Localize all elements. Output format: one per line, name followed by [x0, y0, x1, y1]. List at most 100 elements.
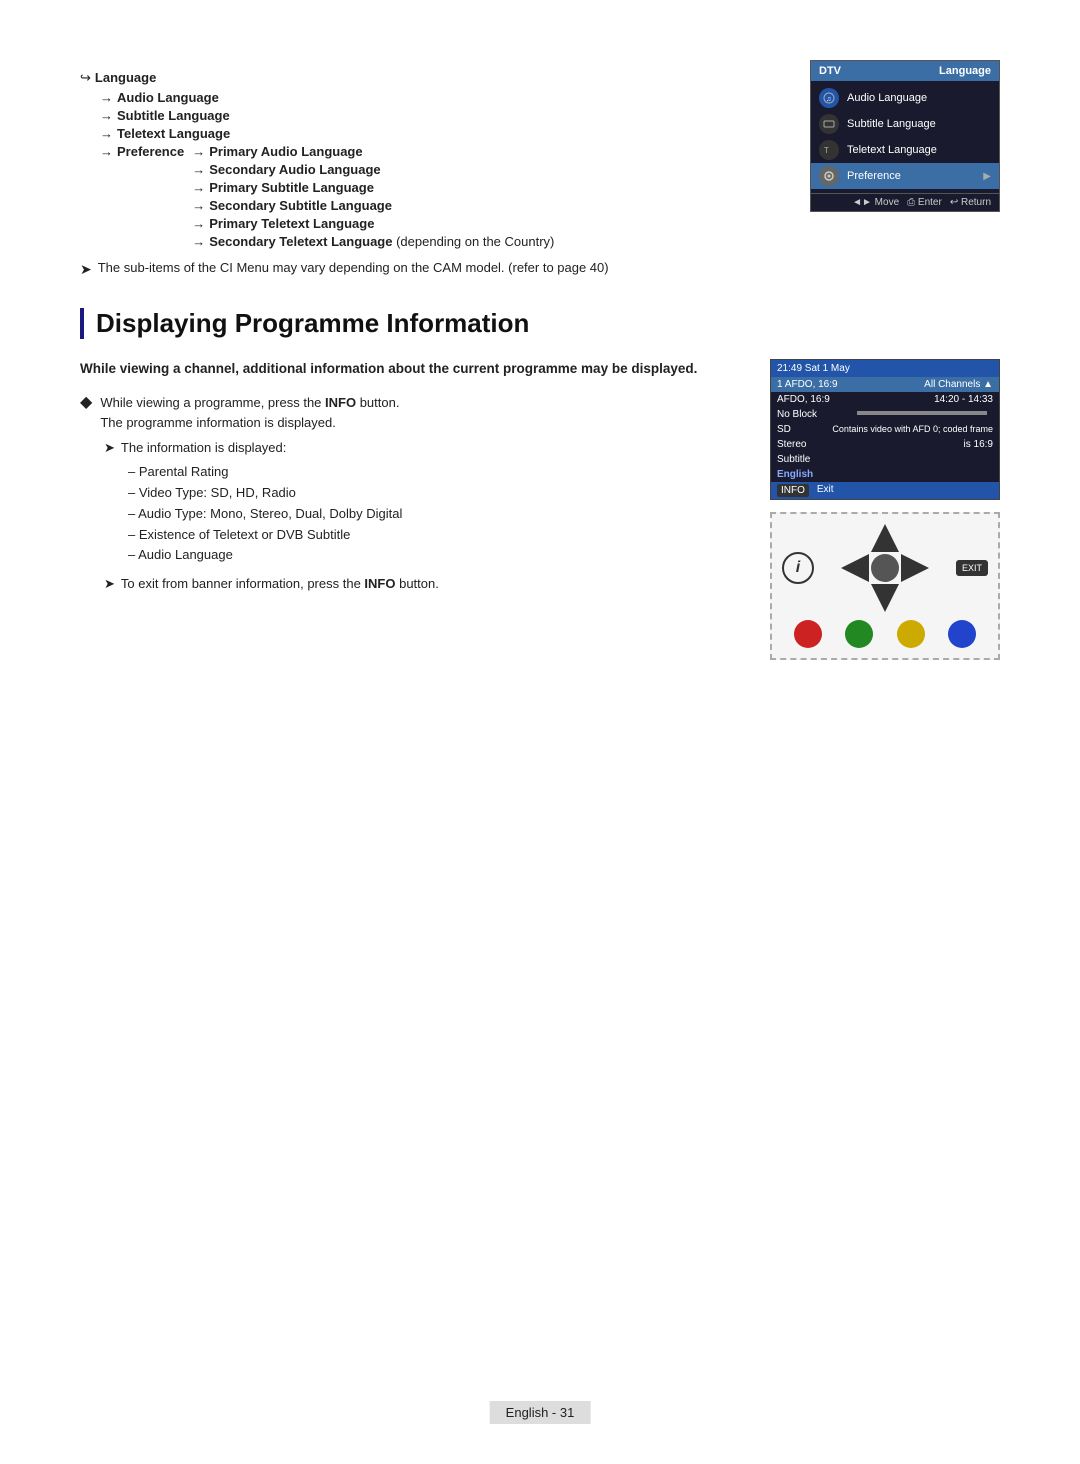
remote-circles — [782, 620, 988, 648]
dtv-footer-return: ↩ Return — [950, 197, 991, 208]
bullet-bold: INFO — [325, 395, 356, 410]
section-title: Displaying Programme Information — [96, 308, 1000, 339]
nav-center-btn[interactable] — [871, 554, 899, 582]
dtv-text-teletext: Teletext Language — [847, 144, 991, 156]
dtv-menu-row-audio: ♫ Audio Language — [811, 85, 999, 111]
remote-control-box: i — [770, 512, 1000, 660]
language-tree: ↪ Language → Audio Language → Subtitle L… — [80, 60, 770, 278]
dtv-icon-preference — [819, 166, 839, 186]
tv-row4-left: SD — [777, 424, 791, 435]
remote-btn-green[interactable] — [845, 620, 873, 648]
dtv-menu-footer: ◄► Move ⎙ Enter ↩ Return — [811, 193, 999, 211]
pref-item-primary-audio: → Primary Audio Language — [192, 144, 554, 159]
svg-text:♫: ♫ — [826, 96, 831, 103]
nav-right-arrow[interactable] — [901, 554, 929, 582]
tree-item-audio: → Audio Language — [100, 90, 770, 105]
dtv-footer-enter: ⎙ Enter — [907, 197, 942, 208]
dtv-text-preference: Preference — [847, 170, 975, 182]
dtv-header-left: DTV — [819, 65, 841, 77]
label-subtitle: Subtitle Language — [117, 108, 230, 123]
right-panel: 21:49 Sat 1 May 1 AFDO, 16:9 All Channel… — [770, 359, 1000, 660]
bullet-diamond-icon: ◆ — [80, 393, 92, 412]
label-s-audio: Secondary Audio Language — [209, 162, 380, 177]
label-p-teletext: Primary Teletext Language — [209, 216, 374, 231]
arrow-subtitle: → — [100, 108, 113, 123]
tv-row3: No Block — [777, 409, 817, 420]
dtv-footer-move: ◄► Move — [852, 197, 899, 208]
dtv-arrow-preference: ▶ — [983, 171, 991, 182]
svg-text:T: T — [824, 146, 829, 155]
tv-info-row4: SD Contains video with AFD 0; coded fram… — [771, 422, 999, 437]
dtv-menu-row-teletext: T Teletext Language — [811, 137, 999, 163]
intro-bold: While viewing a channel, additional info… — [80, 359, 740, 379]
nav-row-top — [871, 524, 899, 552]
remote-btn-red[interactable] — [794, 620, 822, 648]
root-label: Language — [95, 70, 156, 85]
note-line: ➤ The sub-items of the CI Menu may vary … — [80, 260, 770, 278]
tv-row2-right: 14:20 - 14:33 — [934, 394, 993, 405]
page-footer: English - 31 — [490, 1401, 591, 1424]
root-arrow: ↪ — [80, 70, 91, 86]
tv-row6: Subtitle — [777, 454, 810, 465]
dtv-menu-row-subtitle: Subtitle Language — [811, 111, 999, 137]
arrow-p-subtitle: → — [192, 180, 205, 195]
tv-info-row3: No Block — [771, 407, 999, 422]
arrow-p-teletext: → — [192, 216, 205, 231]
tv-row4-right: Contains video with AFD 0; coded frame — [832, 424, 993, 435]
pref-item-secondary-audio: → Secondary Audio Language — [192, 162, 554, 177]
tv-row1-right: All Channels ▲ — [924, 379, 993, 390]
label-preference: Preference — [117, 144, 184, 159]
tree-children: → Audio Language → Subtitle Language → T… — [100, 90, 770, 252]
tv-info-header: 21:49 Sat 1 May — [771, 360, 999, 377]
tv-info-bar — [857, 411, 987, 415]
dtv-text-audio: Audio Language — [847, 92, 991, 104]
bullet-text2: button. — [356, 395, 399, 410]
preference-row: → Preference → Primary Audio Language → … — [100, 144, 770, 252]
list-items: Parental Rating Video Type: SD, HD, Radi… — [128, 462, 740, 566]
remote-btn-yellow[interactable] — [897, 620, 925, 648]
dtv-header-right: Language — [939, 65, 991, 77]
pref-item-primary-subtitle: → Primary Subtitle Language — [192, 180, 554, 195]
info-icon-text: i — [796, 559, 800, 577]
label-teletext: Teletext Language — [117, 126, 230, 141]
label-s-teletext: Secondary Teletext Language (depending o… — [209, 234, 554, 249]
dtv-menu-header: DTV Language — [811, 61, 999, 81]
tv-row1-left: 1 AFDO, 16:9 — [777, 379, 838, 390]
nav-row-bot — [871, 584, 899, 612]
label-s-subtitle: Secondary Subtitle Language — [209, 198, 392, 213]
remote-btn-blue[interactable] — [948, 620, 976, 648]
tv-row5-right: is 16:9 — [964, 439, 993, 450]
preference-children: → Primary Audio Language → Secondary Aud… — [192, 144, 554, 252]
dtv-menu-body: ♫ Audio Language Subtitle Language T Tel… — [811, 81, 999, 193]
arrow-teletext: → — [100, 126, 113, 141]
list-item-4: Audio Language — [128, 545, 740, 566]
note3-arrow-icon: ➤ — [104, 576, 115, 592]
tv-info-box: 21:49 Sat 1 May 1 AFDO, 16:9 All Channel… — [770, 359, 1000, 500]
tv-row5-left: Stereo — [777, 439, 806, 450]
footer-label: English - 31 — [506, 1405, 575, 1420]
tv-info-row7: English — [771, 467, 999, 482]
list-item-2: Audio Type: Mono, Stereo, Dual, Dolby Di… — [128, 504, 740, 525]
tv-info-row6: Subtitle — [771, 452, 999, 467]
note-arrow-icon: ➤ — [80, 261, 92, 278]
list-item-0: Parental Rating — [128, 462, 740, 483]
pref-item-secondary-teletext: → Secondary Teletext Language (depending… — [192, 234, 554, 249]
nav-up-arrow[interactable] — [871, 524, 899, 552]
pref-item-secondary-subtitle: → Secondary Subtitle Language — [192, 198, 554, 213]
bullet-subtext: The programme information is displayed. — [100, 415, 336, 430]
tv-info-row2: AFDO, 16:9 14:20 - 14:33 — [771, 392, 999, 407]
tree-item-subtitle: → Subtitle Language — [100, 108, 770, 123]
exit-button[interactable]: EXIT — [956, 560, 988, 576]
dtv-menu-row-preference: Preference ▶ — [811, 163, 999, 189]
bullet-text: While viewing a programme, press the INF… — [100, 393, 399, 432]
note-text: The sub-items of the CI Menu may vary de… — [98, 260, 609, 275]
tv-info-row5: Stereo is 16:9 — [771, 437, 999, 452]
nav-down-arrow[interactable] — [871, 584, 899, 612]
info-circle-btn[interactable]: i — [782, 552, 814, 584]
tv-info-row1: 1 AFDO, 16:9 All Channels ▲ — [771, 377, 999, 392]
nav-left-arrow[interactable] — [841, 554, 869, 582]
bullet-item: ◆ While viewing a programme, press the I… — [80, 393, 740, 432]
sub-note2: ➤ To exit from banner information, press… — [104, 576, 740, 592]
tree-item-teletext: → Teletext Language — [100, 126, 770, 141]
note2-text: The information is displayed: — [121, 440, 286, 455]
